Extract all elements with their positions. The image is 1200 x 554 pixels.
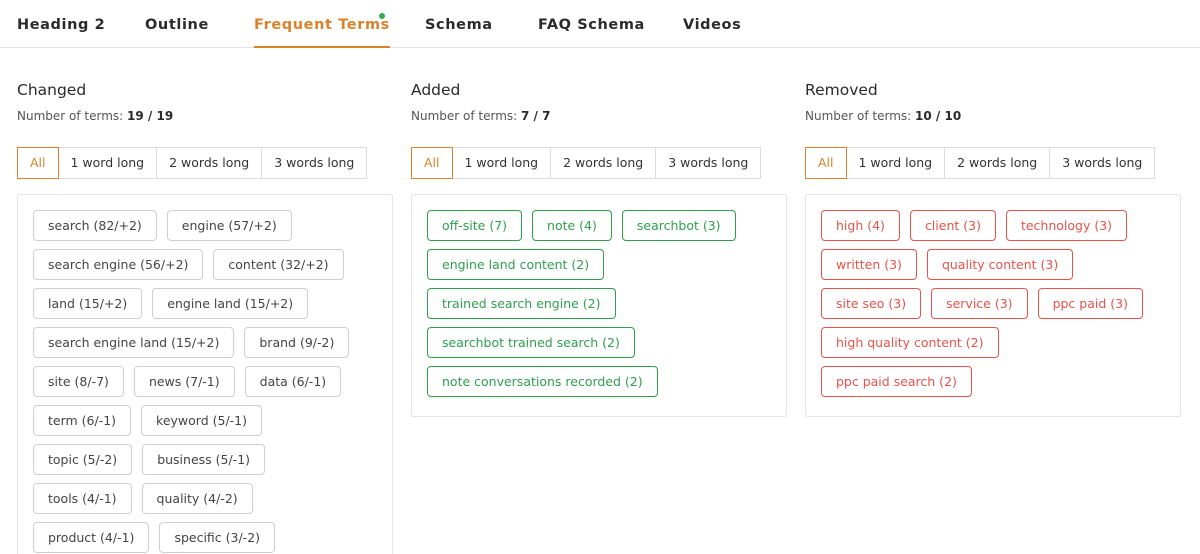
- column-title: Changed: [17, 81, 87, 99]
- column-title: Removed: [805, 81, 878, 99]
- removed-column: Removed Number of terms: 10 / 10 All 1 w…: [805, 80, 1181, 417]
- tab-bar: Heading 2 Outline Frequent Terms Schema …: [0, 0, 1200, 48]
- term-chip[interactable]: quality (4/-2): [141, 483, 253, 514]
- length-filter-group: All 1 word long 2 words long 3 words lon…: [17, 147, 368, 179]
- term-chip[interactable]: engine land content (2): [427, 249, 605, 280]
- active-indicator-dot: [379, 13, 385, 19]
- filter-3-words[interactable]: 3 words long: [656, 147, 762, 179]
- length-filter-group: All 1 word long 2 words long 3 words lon…: [805, 147, 1156, 179]
- term-chip[interactable]: search engine (56/+2): [33, 249, 204, 280]
- term-chip[interactable]: land (15/+2): [33, 288, 143, 319]
- term-chip[interactable]: business (5/-1): [142, 444, 266, 475]
- term-chip[interactable]: technology (3): [1005, 210, 1128, 241]
- term-chip[interactable]: ppc paid (3): [1037, 288, 1143, 319]
- term-chip[interactable]: brand (9/-2): [244, 327, 350, 358]
- filter-3-words[interactable]: 3 words long: [262, 147, 368, 179]
- term-chip[interactable]: note (4): [532, 210, 612, 241]
- term-chip[interactable]: quality content (3): [926, 249, 1074, 280]
- term-count: Number of terms: 7 / 7: [411, 109, 551, 123]
- length-filter-group: All 1 word long 2 words long 3 words lon…: [411, 147, 762, 179]
- filter-3-words[interactable]: 3 words long: [1050, 147, 1156, 179]
- term-chip[interactable]: topic (5/-2): [33, 444, 133, 475]
- terms-panel: high (4) client (3) technology (3) written …: [805, 194, 1181, 417]
- term-chip[interactable]: site (8/-7): [33, 366, 124, 397]
- term-chip[interactable]: tools (4/-1): [33, 483, 132, 514]
- changed-column: Changed Number of terms: 19 / 19 All 1 w…: [17, 80, 393, 554]
- term-chip[interactable]: high (4): [821, 210, 900, 241]
- term-chip[interactable]: content (32/+2): [213, 249, 344, 280]
- filter-all[interactable]: All: [17, 147, 59, 179]
- term-chip[interactable]: written (3): [821, 249, 917, 280]
- term-chip[interactable]: term (6/-1): [33, 405, 132, 436]
- tab-heading-2[interactable]: Heading 2: [17, 17, 105, 48]
- filter-2-words[interactable]: 2 words long: [551, 147, 657, 179]
- filter-all[interactable]: All: [411, 147, 453, 179]
- term-chip[interactable]: specific (3/-2): [159, 522, 276, 553]
- term-count: Number of terms: 10 / 10: [805, 109, 962, 123]
- added-column: Added Number of terms: 7 / 7 All 1 word …: [411, 80, 787, 417]
- term-chip[interactable]: note conversations recorded (2): [427, 366, 658, 397]
- filter-2-words[interactable]: 2 words long: [157, 147, 263, 179]
- terms-panel: off-site (7) note (4) searchbot (3) engine …: [411, 194, 787, 417]
- tab-schema[interactable]: Schema: [425, 17, 493, 48]
- term-chip[interactable]: news (7/-1): [133, 366, 235, 397]
- term-chip[interactable]: engine land (15/+2): [152, 288, 309, 319]
- term-chip[interactable]: engine (57/+2): [166, 210, 292, 241]
- filter-1-word[interactable]: 1 word long: [846, 147, 946, 179]
- term-chip[interactable]: client (3): [909, 210, 996, 241]
- term-chip[interactable]: search (82/+2): [33, 210, 157, 241]
- filter-all[interactable]: All: [805, 147, 847, 179]
- filter-1-word[interactable]: 1 word long: [452, 147, 552, 179]
- term-chip[interactable]: data (6/-1): [244, 366, 342, 397]
- term-chip[interactable]: searchbot trained search (2): [427, 327, 635, 358]
- term-chip[interactable]: ppc paid search (2): [821, 366, 972, 397]
- filter-1-word[interactable]: 1 word long: [58, 147, 158, 179]
- column-title: Added: [411, 81, 461, 99]
- term-chip[interactable]: site seo (3): [821, 288, 922, 319]
- tab-videos[interactable]: Videos: [683, 17, 741, 48]
- terms-panel: search (82/+2) engine (57/+2) search engin…: [17, 194, 393, 554]
- term-chip[interactable]: product (4/-1): [33, 522, 150, 553]
- term-count: Number of terms: 19 / 19: [17, 109, 174, 123]
- tab-frequent-terms[interactable]: Frequent Terms: [254, 17, 390, 48]
- term-chip[interactable]: trained search engine (2): [427, 288, 616, 319]
- tab-outline[interactable]: Outline: [145, 17, 209, 48]
- tab-faq-schema[interactable]: FAQ Schema: [538, 17, 645, 48]
- filter-2-words[interactable]: 2 words long: [945, 147, 1051, 179]
- term-chip[interactable]: service (3): [931, 288, 1028, 319]
- term-chip[interactable]: high quality content (2): [821, 327, 999, 358]
- term-chip[interactable]: searchbot (3): [621, 210, 736, 241]
- term-chip[interactable]: keyword (5/-1): [141, 405, 263, 436]
- term-chip[interactable]: search engine land (15/+2): [33, 327, 235, 358]
- term-chip[interactable]: off-site (7): [427, 210, 523, 241]
